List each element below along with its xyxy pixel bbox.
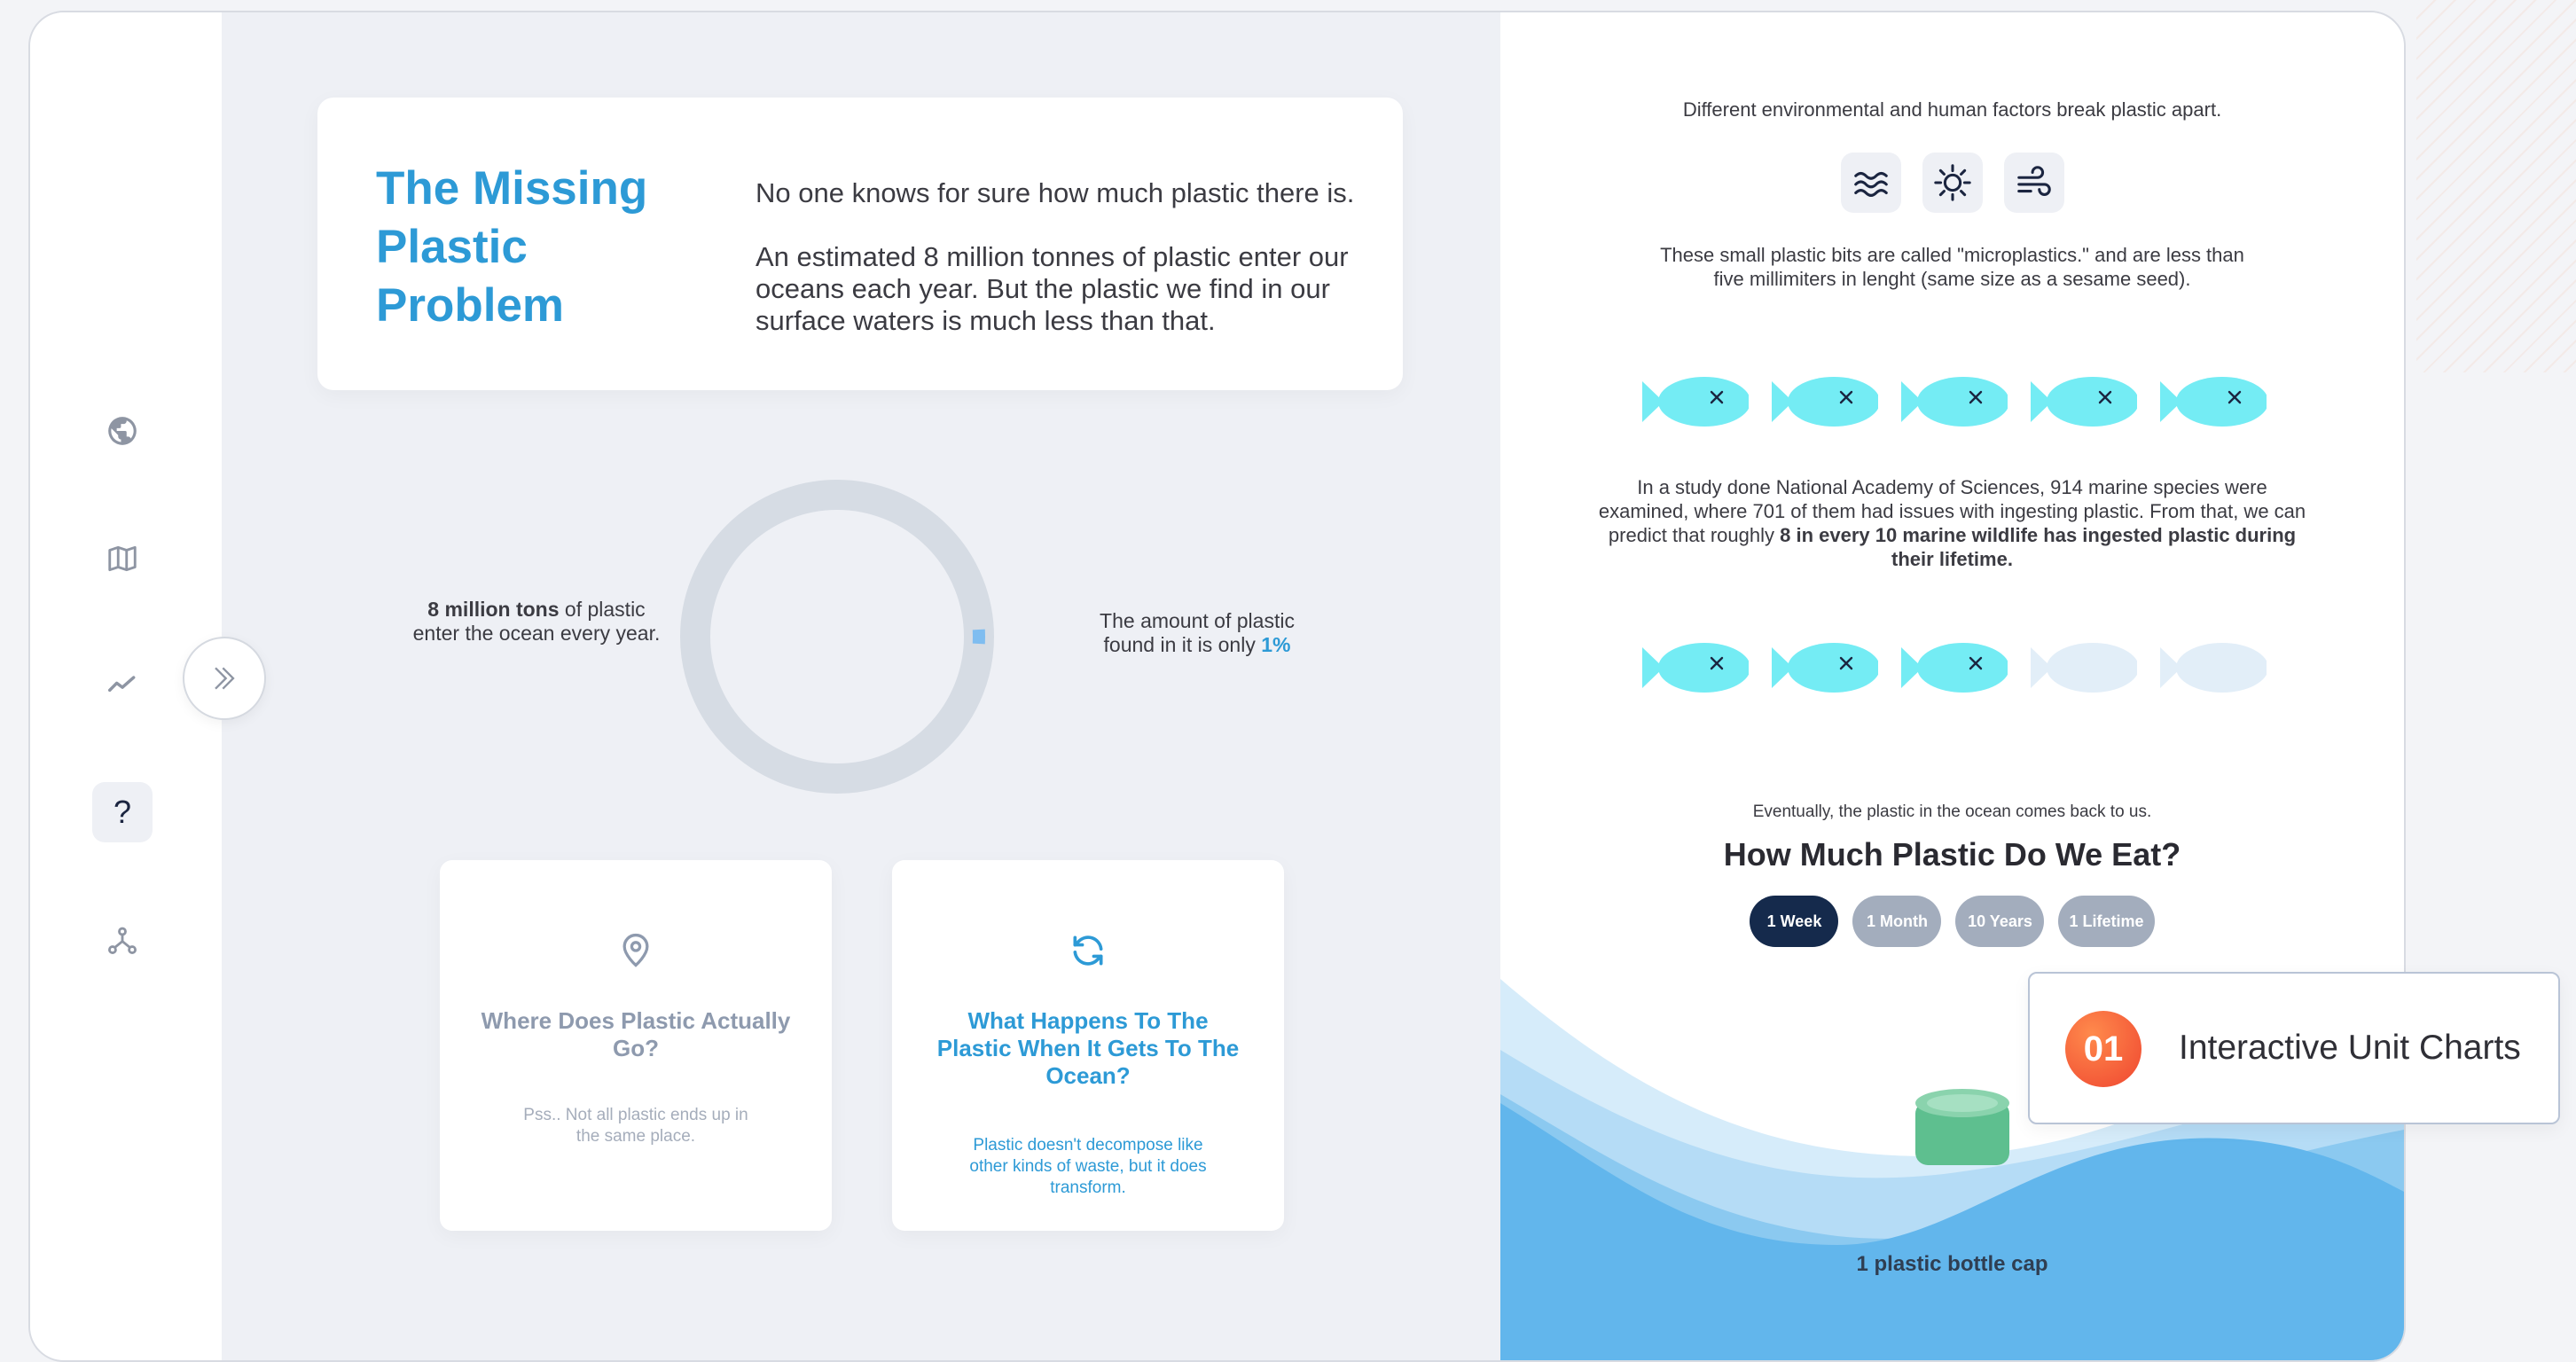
collapse-sidebar-button[interactable] — [183, 637, 266, 720]
nodes-icon[interactable] — [92, 910, 153, 970]
donut-right-caption: The amount of plastic found in it is onl… — [1073, 609, 1321, 657]
fish-ingested-icon — [1772, 640, 1878, 695]
fish-ingested-icon — [1901, 640, 2008, 695]
intro-card: The Missing Plastic Problem No one knows… — [317, 98, 1403, 390]
waves-icon — [1841, 153, 1901, 213]
fish-ingested-icon — [1901, 374, 2008, 429]
fish-ingested-icon — [2031, 374, 2137, 429]
tab-10-years[interactable]: 10 Years — [1955, 896, 2044, 947]
feature-badge: 01 Interactive Unit Charts — [2028, 972, 2560, 1124]
eat-intro-text: Eventually, the plastic in the ocean com… — [1580, 800, 2324, 824]
intro-paragraph-1: No one knows for sure how much plastic t… — [756, 177, 1358, 209]
donut-right-value: 1% — [1261, 633, 1290, 656]
donut-track — [695, 495, 979, 779]
bottle-cap-label: 1 plastic bottle cap — [1500, 1252, 2404, 1277]
donut-section: 8 million tons of plastic enter the ocea… — [222, 456, 1500, 810]
card-title: Where Does Plastic Actually Go? — [475, 1007, 796, 1062]
map-icon[interactable] — [92, 528, 153, 589]
sun-icon — [1922, 153, 1983, 213]
study-text-highlight: 8 in every 10 marine wildlife has ingest… — [1780, 524, 2296, 570]
study-text: In a study done National Academy of Scie… — [1598, 475, 2306, 571]
tab-1-lifetime[interactable]: 1 Lifetime — [2058, 896, 2154, 947]
app-window: ? The Missing Plastic Problem No one kno… — [28, 11, 2406, 1362]
double-chevron-right-icon — [207, 661, 242, 696]
bottle-cap-icon — [1915, 1089, 2009, 1165]
map-pin-icon — [616, 931, 655, 970]
fish-ingested-icon — [1772, 374, 1878, 429]
donut-left-caption: 8 million tons of plastic enter the ocea… — [408, 598, 665, 646]
fish-healthy-icon — [2160, 640, 2267, 695]
globe-icon[interactable] — [92, 401, 153, 461]
trend-icon[interactable] — [92, 654, 153, 715]
wind-icon — [2004, 153, 2064, 213]
card-description: Pss.. Not all plastic ends up in the sam… — [511, 1105, 761, 1147]
question-icon[interactable]: ? — [92, 782, 153, 842]
donut-chart — [669, 468, 1006, 805]
fish-ingested-icon — [1642, 374, 1749, 429]
decorative-lines — [2416, 0, 2576, 372]
fish-ingested-icon — [1642, 640, 1749, 695]
intro-title: The Missing Plastic Problem — [376, 160, 669, 335]
card-description: Plastic doesn't decompose like other kin… — [963, 1135, 1213, 1199]
badge-number: 01 — [2065, 1011, 2141, 1087]
factors-text: Different environmental and human factor… — [1580, 98, 2324, 121]
right-panel: Different environmental and human factor… — [1500, 12, 2404, 1360]
intro-paragraph-2: An estimated 8 million tonnes of plastic… — [756, 241, 1358, 337]
tab-1-month[interactable]: 1 Month — [1852, 896, 1941, 947]
card-plastic-in-ocean[interactable]: What Happens To The Plastic When It Gets… — [892, 860, 1284, 1231]
card-where-plastic-goes[interactable]: Where Does Plastic Actually Go? Pss.. No… — [440, 860, 832, 1231]
refresh-icon — [1069, 931, 1108, 970]
donut-left-bold: 8 million tons — [427, 598, 559, 621]
card-title: What Happens To The Plastic When It Gets… — [928, 1007, 1249, 1090]
tab-1-week[interactable]: 1 Week — [1750, 896, 1838, 947]
microplastics-text: These small plastic bits are called "mic… — [1651, 243, 2253, 291]
badge-label: Interactive Unit Charts — [2179, 1029, 2521, 1068]
fish-ingested-icon — [2160, 374, 2267, 429]
eat-title: How Much Plastic Do We Eat? — [1580, 835, 2324, 874]
left-panel: The Missing Plastic Problem No one knows… — [222, 12, 1500, 1360]
time-period-tabs: 1 Week 1 Month 10 Years 1 Lifetime — [1500, 896, 2404, 947]
fish-healthy-icon — [2031, 640, 2137, 695]
